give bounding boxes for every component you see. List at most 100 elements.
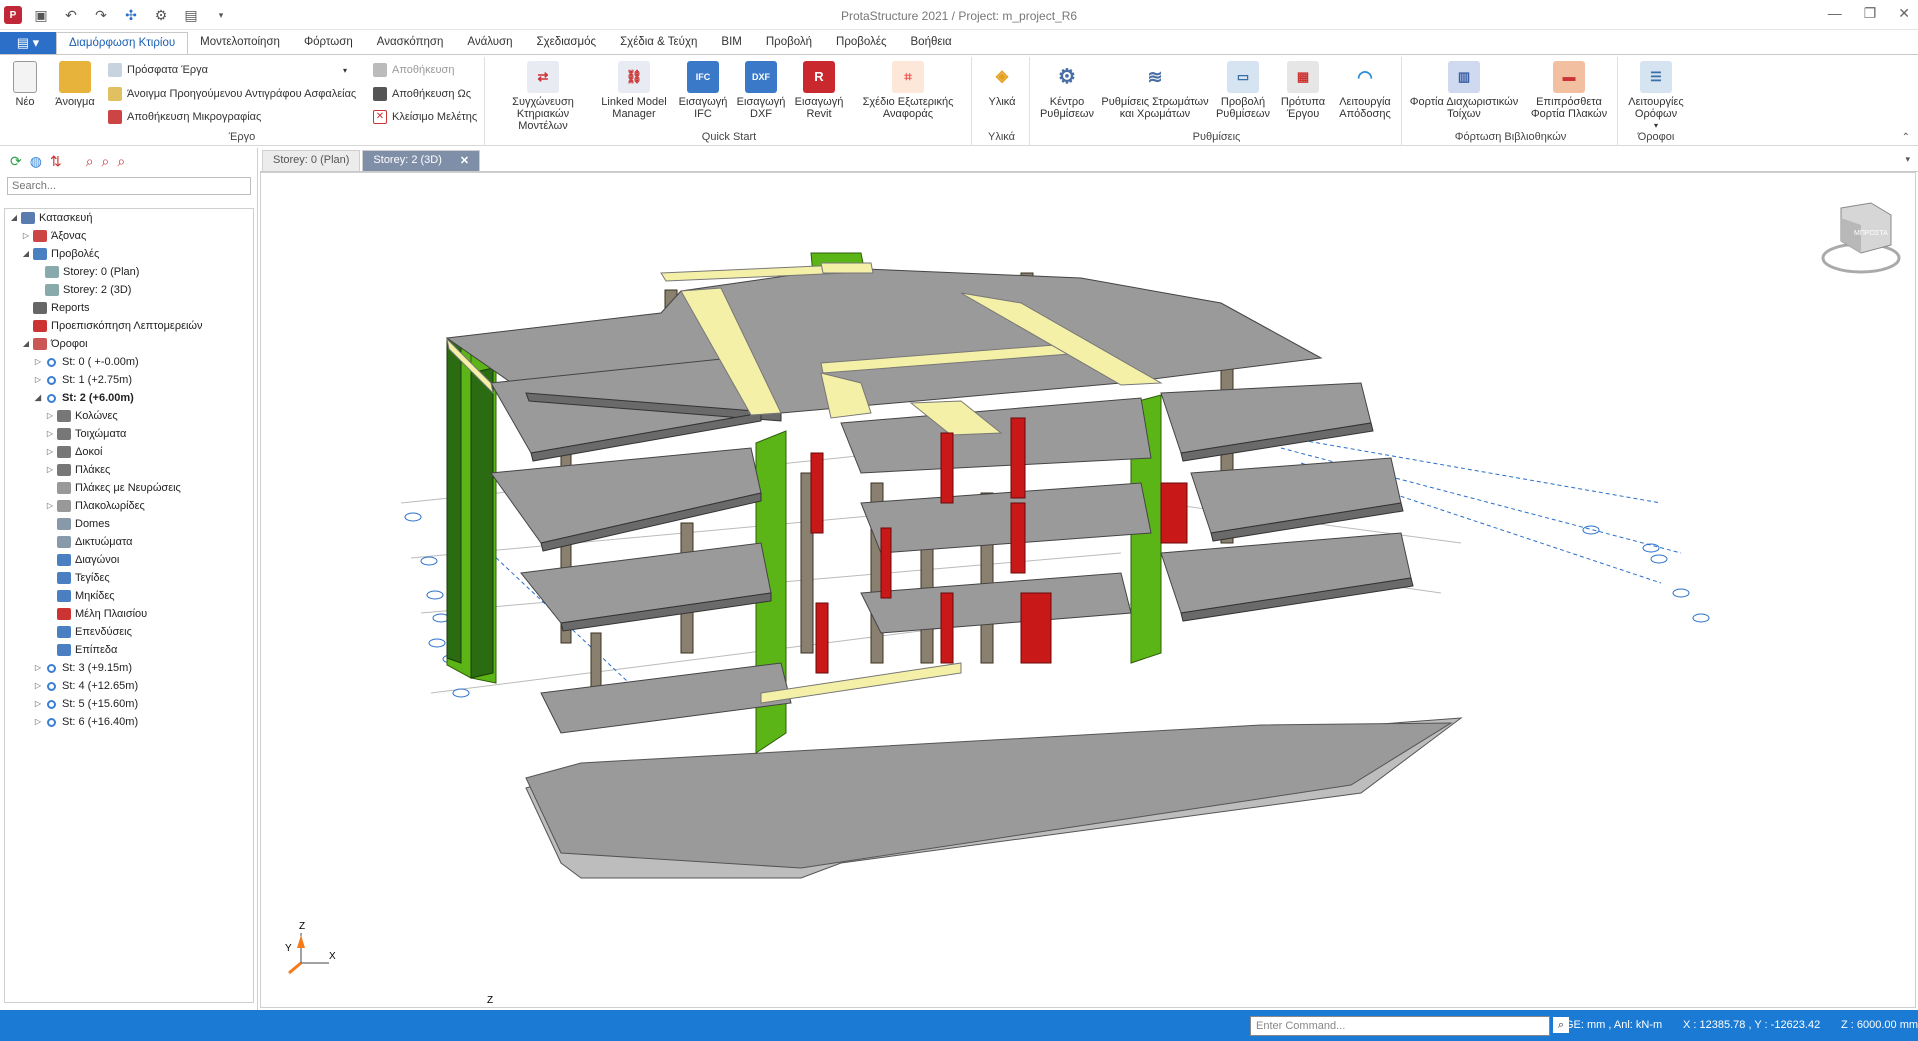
tab-building-setup[interactable]: Διαμόρφωση Κτιρίου — [56, 32, 189, 54]
close-tab-icon[interactable]: ✕ — [460, 154, 469, 168]
recent-projects-button[interactable]: Πρόσφατα Έργα ▾ — [108, 63, 347, 77]
restore-icon[interactable]: ❐ — [1864, 5, 1877, 22]
expand-toggle-icon[interactable]: ▷ — [33, 371, 43, 389]
external-reference-button[interactable]: ⌗ Σχέδιο Εξωτερικής Αναφοράς — [853, 61, 963, 120]
tab-drawings[interactable]: Σχέδια & Τεύχη — [608, 32, 709, 54]
minimize-icon[interactable]: — — [1828, 5, 1842, 22]
tree-item[interactable]: ▷ Πλάκες — [5, 461, 253, 479]
expand-toggle-icon[interactable]: ▷ — [33, 677, 43, 695]
tree-item[interactable]: Μηκίδες — [5, 587, 253, 605]
collapse-ribbon-icon[interactable]: ⌃ — [1902, 132, 1910, 143]
tab-analysis[interactable]: Ανάλυση — [455, 32, 524, 54]
expand-toggle-icon[interactable]: ▷ — [33, 659, 43, 677]
view-cube[interactable]: ΜΠΡΟΣΤΑ — [1821, 202, 1901, 274]
file-menu-button[interactable]: ▤ ▾ — [0, 32, 56, 54]
sort-icon[interactable]: ⇅ — [50, 153, 62, 170]
doc-tab-3d[interactable]: Storey: 2 (3D) ✕ — [362, 150, 481, 171]
tab-design[interactable]: Σχεδιασμός — [525, 32, 609, 54]
zoom-prev-icon[interactable]: ⌕ — [102, 153, 110, 170]
refresh-icon[interactable]: ⟳ — [10, 153, 22, 170]
tree-item[interactable]: Storey: 0 (Plan) — [5, 263, 253, 281]
tree-item[interactable]: ▷ Δοκοί — [5, 443, 253, 461]
expand-toggle-icon[interactable]: ▷ — [33, 713, 43, 731]
import-ifc-button[interactable]: IFC Εισαγωγή IFC — [677, 61, 729, 120]
tree-item[interactable]: ◢ Όροφοι — [5, 335, 253, 353]
tabs-dropdown-icon[interactable]: ▾ — [1905, 154, 1910, 165]
tab-review[interactable]: Ανασκόπηση — [365, 32, 456, 54]
open-button[interactable]: Άνοιγμα — [52, 61, 98, 108]
tree-item[interactable]: ▷ Άξονας — [5, 227, 253, 245]
expand-toggle-icon[interactable]: ▷ — [45, 497, 55, 515]
tab-view[interactable]: Προβολή — [754, 32, 824, 54]
save-as-button[interactable]: Αποθήκευση Ως — [373, 87, 471, 101]
tab-views[interactable]: Προβολές — [824, 32, 898, 54]
expand-toggle-icon[interactable]: ▷ — [21, 227, 31, 245]
tab-bim[interactable]: BIM — [709, 32, 753, 54]
view-settings-button[interactable]: ▭ Προβολή Ρυθμίσεων — [1214, 61, 1272, 120]
tree-item[interactable]: ▷ St: 6 (+16.40m) — [5, 713, 253, 731]
sync-models-button[interactable]: ⇄ Συγχώνευση Κτηριακών Μοντέλων — [493, 61, 593, 132]
tree-item[interactable]: Reports — [5, 299, 253, 317]
tree-item[interactable]: Δικτυώματα — [5, 533, 253, 551]
storey-operations-button[interactable]: ☰ Λειτουργίες Ορόφων ▾ — [1624, 61, 1688, 132]
tree-item[interactable]: Επίπεδα — [5, 641, 253, 659]
expand-toggle-icon[interactable]: ▷ — [45, 407, 55, 425]
save-snapshot-button[interactable]: Αποθήκευση Μικρογραφίας — [108, 110, 261, 124]
expand-toggle-icon[interactable]: ▷ — [45, 425, 55, 443]
partition-wall-loads-button[interactable]: ▥ Φορτία Διαχωριστικών Τοίχων — [1408, 61, 1520, 120]
command-input[interactable]: Enter Command... — [1250, 1016, 1550, 1036]
close-project-button[interactable]: ✕ Κλείσιμο Μελέτης — [373, 110, 477, 124]
3d-viewport[interactable]: Z Y X Z ΜΠΡΟΣΤΑ — [260, 172, 1916, 1008]
layer-settings-button[interactable]: ≋ Ρυθμίσεις Στρωμάτων και Χρωμάτων — [1100, 61, 1210, 120]
new-button[interactable]: Νέο — [8, 61, 42, 108]
tree-item[interactable]: Storey: 2 (3D) — [5, 281, 253, 299]
zoom-select-icon[interactable]: ⌕ — [86, 153, 94, 170]
expand-toggle-icon[interactable]: ▷ — [33, 695, 43, 713]
open-backup-button[interactable]: Άνοιγμα Προηγούμενου Αντιγράφου Ασφαλεία… — [108, 87, 356, 101]
tab-loading[interactable]: Φόρτωση — [292, 32, 365, 54]
tree-item[interactable]: ▷ St: 3 (+9.15m) — [5, 659, 253, 677]
close-icon[interactable]: ✕ — [1898, 5, 1910, 22]
tree-item[interactable]: ◢ Προβολές — [5, 245, 253, 263]
tree-item[interactable]: Domes — [5, 515, 253, 533]
performance-mode-button[interactable]: ◠ Λειτουργία Απόδοσης — [1334, 61, 1396, 120]
tree-item[interactable]: ▷ Τοιχώματα — [5, 425, 253, 443]
expand-toggle-icon[interactable]: ▷ — [33, 353, 43, 371]
building-3d-model[interactable]: Z Y X Z ΜΠΡΟΣΤΑ — [261, 173, 1915, 1007]
import-revit-button[interactable]: R Εισαγωγή Revit — [793, 61, 845, 120]
tab-help[interactable]: Βοήθεια — [899, 32, 964, 54]
expand-toggle-icon[interactable]: ◢ — [21, 245, 31, 263]
tree-item[interactable]: Επενδύσεις — [5, 623, 253, 641]
zoom-all-icon[interactable]: ⌕ — [117, 153, 125, 170]
tree-node-icon — [47, 357, 56, 367]
tree-item[interactable]: ▷ St: 1 (+2.75m) — [5, 371, 253, 389]
tree-item[interactable]: ◢ St: 2 (+6.00m) — [5, 389, 253, 407]
linked-model-button[interactable]: ⛓ Linked Model Manager — [599, 61, 669, 120]
tab-modelling[interactable]: Μοντελοποίηση — [188, 32, 292, 54]
tree-item[interactable]: ◢ Κατασκευή — [5, 209, 253, 227]
tree-item[interactable]: ▷ St: 4 (+12.65m) — [5, 677, 253, 695]
additional-slab-loads-button[interactable]: ▬ Επιπρόσθετα Φορτία Πλακών — [1524, 61, 1614, 120]
tree-item[interactable]: ▷ Πλακολωρίδες — [5, 497, 253, 515]
import-dxf-button[interactable]: DXF Εισαγωγή DXF — [735, 61, 787, 120]
tree-item[interactable]: Πλάκες με Νευρώσεις — [5, 479, 253, 497]
tree-item[interactable]: ▷ St: 5 (+15.60m) — [5, 695, 253, 713]
project-templates-button[interactable]: ▦ Πρότυπα Έργου — [1276, 61, 1330, 120]
settings-center-button[interactable]: ⚙ Κέντρο Ρυθμίσεων — [1038, 61, 1096, 120]
tree-item[interactable]: Διαγώνοι — [5, 551, 253, 569]
tree-item[interactable]: ▷ St: 0 ( +-0.00m) — [5, 353, 253, 371]
expand-toggle-icon[interactable]: ◢ — [9, 209, 19, 227]
tree-item[interactable]: Τεγίδες — [5, 569, 253, 587]
doc-tab-plan[interactable]: Storey: 0 (Plan) — [262, 150, 361, 171]
expand-toggle-icon[interactable]: ▷ — [45, 443, 55, 461]
explorer-search-input[interactable] — [7, 177, 251, 195]
expand-toggle-icon[interactable]: ◢ — [33, 389, 43, 407]
save-button[interactable]: Αποθήκευση — [373, 63, 454, 77]
tree-item[interactable]: Μέλη Πλαισίου — [5, 605, 253, 623]
tree-item[interactable]: Προεπισκόπηση Λεπτομερειών — [5, 317, 253, 335]
tree-item[interactable]: ▷ Κολώνες — [5, 407, 253, 425]
expand-toggle-icon[interactable]: ▷ — [45, 461, 55, 479]
materials-button[interactable]: ◈ Υλικά — [980, 61, 1024, 108]
globe-icon[interactable]: ◍ — [30, 153, 42, 170]
expand-toggle-icon[interactable]: ◢ — [21, 335, 31, 353]
